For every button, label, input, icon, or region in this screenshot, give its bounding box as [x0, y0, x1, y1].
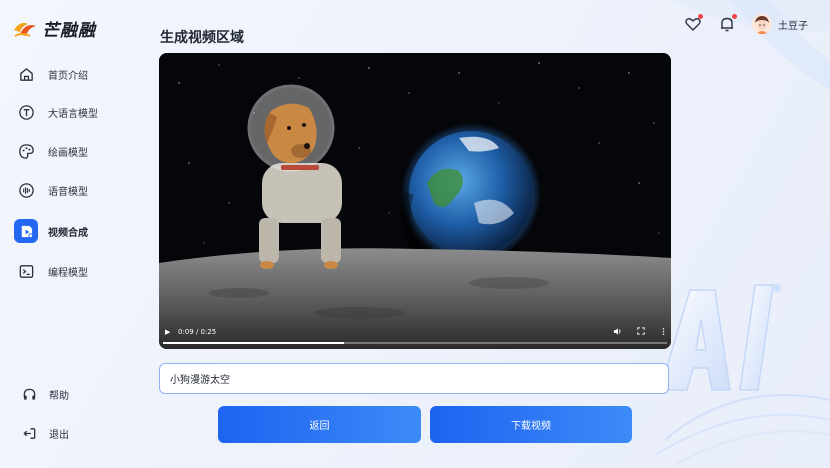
volume-icon[interactable]	[613, 327, 622, 338]
text-model-icon	[14, 100, 38, 124]
sidebar-item-llm[interactable]: 大语言模型	[14, 99, 98, 125]
sidebar-item-painting[interactable]: 绘画模型	[14, 138, 88, 164]
video-frame	[159, 53, 671, 349]
help-button[interactable]: 帮助	[22, 387, 69, 402]
voice-icon	[14, 178, 38, 202]
headset-icon	[23, 388, 36, 400]
sidebar-item-video[interactable]: 视频合成	[14, 218, 88, 244]
video-time: 0:09 / 0:25	[178, 328, 217, 336]
back-button[interactable]: 返回	[218, 406, 421, 443]
fullscreen-icon[interactable]	[637, 327, 645, 337]
sidebar-item-label: 大语言模型	[48, 108, 98, 120]
play-icon[interactable]: ▶	[165, 328, 170, 336]
notifications-button[interactable]	[718, 14, 737, 33]
logo-text: 芒融融	[42, 21, 96, 41]
avatar	[752, 14, 772, 34]
video-icon	[14, 219, 38, 243]
sidebar-item-home[interactable]: 首页介绍	[14, 61, 88, 87]
prompt-input[interactable]	[159, 363, 669, 394]
app-logo[interactable]: 芒融融	[12, 16, 96, 41]
sidebar-item-label: 视频合成	[48, 227, 88, 239]
home-icon	[14, 62, 38, 86]
sidebar: 芒融融 首页介绍 大语言模型 绘画模型 语音模型 视频合成 编程模型 帮助 退出	[0, 0, 140, 468]
notification-dot	[732, 14, 737, 19]
progress-fill	[163, 342, 345, 344]
progress-bar[interactable]	[163, 342, 667, 344]
logo-icon	[14, 22, 36, 37]
palette-icon	[14, 139, 38, 163]
sidebar-item-voice[interactable]: 语音模型	[14, 177, 88, 203]
user-menu[interactable]: 土豆子	[752, 14, 808, 34]
top-bar: 土豆子	[684, 14, 808, 34]
logout-icon	[23, 428, 36, 439]
video-controls: ▶ 0:09 / 0:25	[159, 321, 671, 349]
sidebar-item-label: 语音模型	[48, 186, 88, 198]
ai-decoration	[655, 284, 830, 466]
help-label: 帮助	[49, 391, 69, 402]
sidebar-item-label: 首页介绍	[48, 70, 88, 82]
sidebar-item-coding[interactable]: 编程模型	[14, 258, 88, 284]
more-options-icon[interactable]	[662, 327, 665, 338]
sidebar-item-label: 绘画模型	[48, 147, 88, 159]
terminal-icon	[14, 259, 38, 283]
user-name: 土豆子	[778, 20, 808, 32]
download-video-button[interactable]: 下载视频	[430, 406, 632, 443]
logout-button[interactable]: 退出	[22, 426, 69, 441]
page-title: 生成视频区域	[160, 30, 244, 46]
logout-label: 退出	[49, 430, 69, 441]
sidebar-item-label: 编程模型	[48, 267, 88, 279]
favorites-button[interactable]	[684, 14, 703, 33]
video-player[interactable]: ▶ 0:09 / 0:25	[159, 53, 671, 349]
notification-dot	[698, 14, 703, 19]
